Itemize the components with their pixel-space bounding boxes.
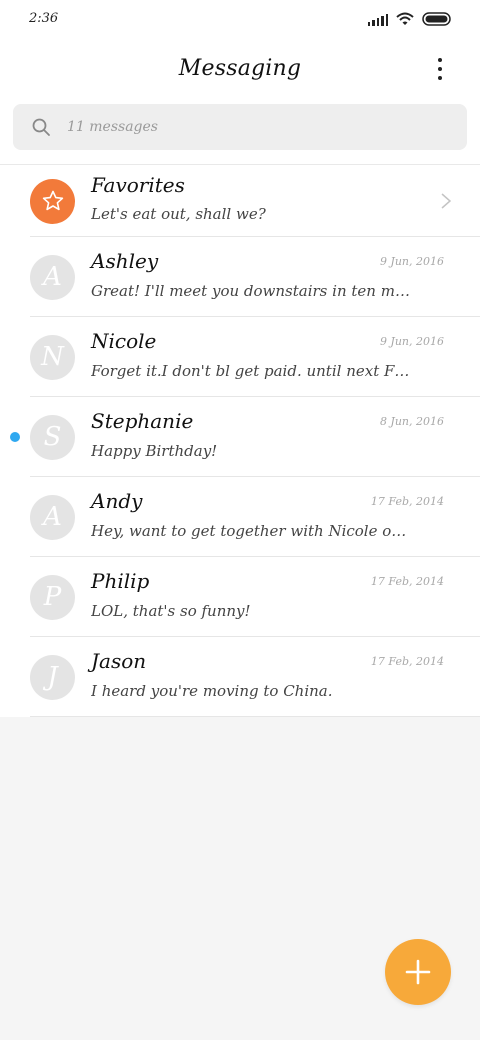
message-date: 9 Jun, 2016 (379, 255, 444, 268)
conversation-content: Andy 17 Feb, 2014 Hey, want to get toget… (91, 477, 444, 557)
search-input[interactable] (67, 119, 367, 135)
contact-name: Stephanie (91, 409, 194, 433)
search-icon (32, 118, 50, 136)
contact-name: Nicole (91, 329, 157, 353)
page-title: Messaging (178, 55, 302, 81)
favorites-content: Favorites Let's eat out, shall we? (91, 165, 444, 237)
conversation-content: Nicole 9 Jun, 2016 Forget it.I don't bl … (91, 317, 444, 397)
messaging-screen: 2:36 Messaging 11 messages Favorites Let… (0, 0, 480, 1040)
avatar: A (30, 254, 75, 300)
avatar: S (30, 414, 75, 460)
conversation-row-andy[interactable]: A Andy 17 Feb, 2014 Hey, want to get tog… (0, 477, 480, 557)
plus-icon (405, 959, 431, 985)
message-preview: I heard you're moving to China. (91, 682, 333, 700)
star-icon (42, 190, 63, 211)
favorites-avatar (30, 178, 75, 224)
search-bar[interactable] (13, 104, 467, 150)
search-wrapper (0, 96, 480, 164)
chevron-right-icon (441, 193, 452, 209)
wifi-icon (396, 12, 414, 25)
more-options-button[interactable] (428, 56, 452, 82)
conversation-row-nicole[interactable]: N Nicole 9 Jun, 2016 Forget it.I don't b… (0, 317, 480, 397)
status-icons (367, 12, 453, 26)
battery-icon (422, 12, 451, 26)
conversation-row-stephanie[interactable]: S Stephanie 8 Jun, 2016 Happy Birthday! (0, 397, 480, 477)
message-date: 17 Feb, 2014 (370, 575, 444, 588)
conversation-content: Ashley 9 Jun, 2016 Great! I'll meet you … (91, 237, 444, 317)
top-section: 2:36 Messaging (0, 0, 480, 164)
conversation-content: Stephanie 8 Jun, 2016 Happy Birthday! (91, 397, 444, 477)
conversation-row-jason[interactable]: J Jason 17 Feb, 2014 I heard you're movi… (0, 637, 480, 717)
conversation-row-ashley[interactable]: A Ashley 9 Jun, 2016 Great! I'll meet yo… (0, 237, 480, 317)
avatar: A (30, 494, 75, 540)
contact-name: Jason (91, 649, 147, 673)
signal-icon (367, 12, 388, 26)
conversation-row-philip[interactable]: P Philip 17 Feb, 2014 LOL, that's so fun… (0, 557, 480, 637)
conversation-content: Philip 17 Feb, 2014 LOL, that's so funny… (91, 557, 444, 637)
message-date: 8 Jun, 2016 (379, 415, 444, 428)
favorites-name: Favorites (91, 173, 185, 197)
more-vertical-icon (438, 58, 442, 62)
avatar: P (30, 574, 75, 620)
contact-name: Philip (91, 569, 150, 593)
conversation-list: Favorites Let's eat out, shall we? A Ash… (0, 164, 480, 717)
unread-indicator (10, 432, 20, 442)
message-preview: Happy Birthday! (91, 442, 218, 460)
header: Messaging (0, 40, 480, 96)
message-preview: Great! I'll meet you downstairs in ten m… (91, 282, 411, 300)
message-preview: Forget it.I don't bl get paid. until nex… (91, 362, 411, 380)
contact-name: Andy (91, 489, 143, 513)
status-bar: 2:36 (0, 0, 480, 40)
new-message-button[interactable] (385, 939, 451, 1005)
message-preview: LOL, that's so funny! (91, 602, 251, 620)
avatar: N (30, 334, 75, 380)
message-date: 17 Feb, 2014 (370, 655, 444, 668)
message-date: 17 Feb, 2014 (370, 495, 444, 508)
message-preview: Hey, want to get together with Nicole on… (91, 522, 411, 540)
conversation-content: Jason 17 Feb, 2014 I heard you're moving… (91, 637, 444, 717)
message-date: 9 Jun, 2016 (379, 335, 444, 348)
avatar: J (30, 654, 75, 700)
status-time: 2:36 (29, 11, 59, 26)
contact-name: Ashley (91, 249, 159, 273)
favorites-preview: Let's eat out, shall we? (91, 205, 266, 223)
favorites-row[interactable]: Favorites Let's eat out, shall we? (0, 165, 480, 237)
